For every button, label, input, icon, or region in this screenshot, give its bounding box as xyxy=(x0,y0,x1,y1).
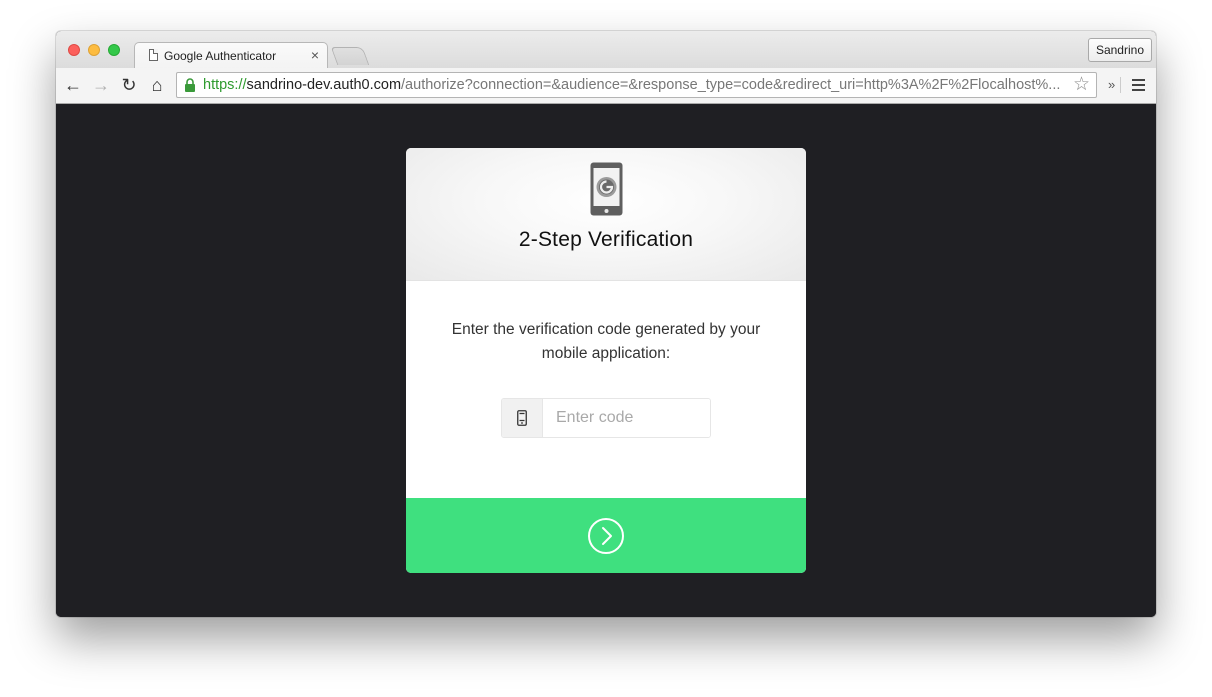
page-icon xyxy=(149,49,158,61)
url-scheme: https:// xyxy=(203,77,247,93)
minimize-window-button[interactable] xyxy=(88,44,100,56)
toolbar-divider xyxy=(1120,77,1121,93)
mobile-phone-icon xyxy=(517,410,527,426)
tab-close-icon[interactable]: × xyxy=(311,47,319,63)
page-title: 2-Step Verification xyxy=(518,228,694,251)
arrow-right-circle-icon xyxy=(588,518,624,554)
tab-title: Google Authenticator xyxy=(164,49,277,63)
browser-toolbar: ← → ↻ ⌂ https://sandrino-dev.auth0.com/a… xyxy=(56,68,1156,104)
authenticator-phone-icon xyxy=(590,162,623,216)
forward-icon[interactable]: → xyxy=(90,74,112,96)
profile-button[interactable]: Sandrino xyxy=(1087,38,1152,62)
back-icon[interactable]: ← xyxy=(62,74,84,96)
card-body: Enter the verification code generated by… xyxy=(406,281,806,498)
reload-icon[interactable]: ↻ xyxy=(118,74,140,96)
code-input-group xyxy=(501,398,711,438)
url-path: /authorize?connection=&audience=&respons… xyxy=(401,77,1061,93)
lock-icon xyxy=(185,78,195,92)
instructions-text: Enter the verification code generated by… xyxy=(451,321,761,362)
submit-button[interactable] xyxy=(406,498,806,573)
home-icon[interactable]: ⌂ xyxy=(146,74,168,96)
new-tab-button[interactable] xyxy=(330,47,370,65)
zoom-window-button[interactable] xyxy=(108,44,120,56)
tab-google-authenticator[interactable]: Google Authenticator × xyxy=(134,42,328,69)
bookmark-star-icon[interactable]: ☆ xyxy=(1073,75,1090,94)
close-window-button[interactable] xyxy=(68,44,80,56)
code-input-addon xyxy=(502,399,543,437)
url-host: sandrino-dev.auth0.com xyxy=(246,77,402,93)
address-bar[interactable]: https://sandrino-dev.auth0.com/authorize… xyxy=(176,72,1097,98)
verification-code-input[interactable] xyxy=(543,399,710,437)
card-header: 2-Step Verification xyxy=(406,148,806,281)
page-content: 2-Step Verification Enter the verificati… xyxy=(56,104,1156,617)
extensions-overflow-icon[interactable]: » xyxy=(1108,77,1115,92)
verification-card: 2-Step Verification Enter the verificati… xyxy=(406,148,806,573)
hamburger-menu-icon[interactable] xyxy=(1132,79,1145,91)
title-bar: Google Authenticator × Sandrino xyxy=(56,31,1156,69)
url-text: https://sandrino-dev.auth0.com/authorize… xyxy=(203,77,1068,93)
browser-window: Google Authenticator × Sandrino ← → ↻ ⌂ … xyxy=(56,31,1156,617)
